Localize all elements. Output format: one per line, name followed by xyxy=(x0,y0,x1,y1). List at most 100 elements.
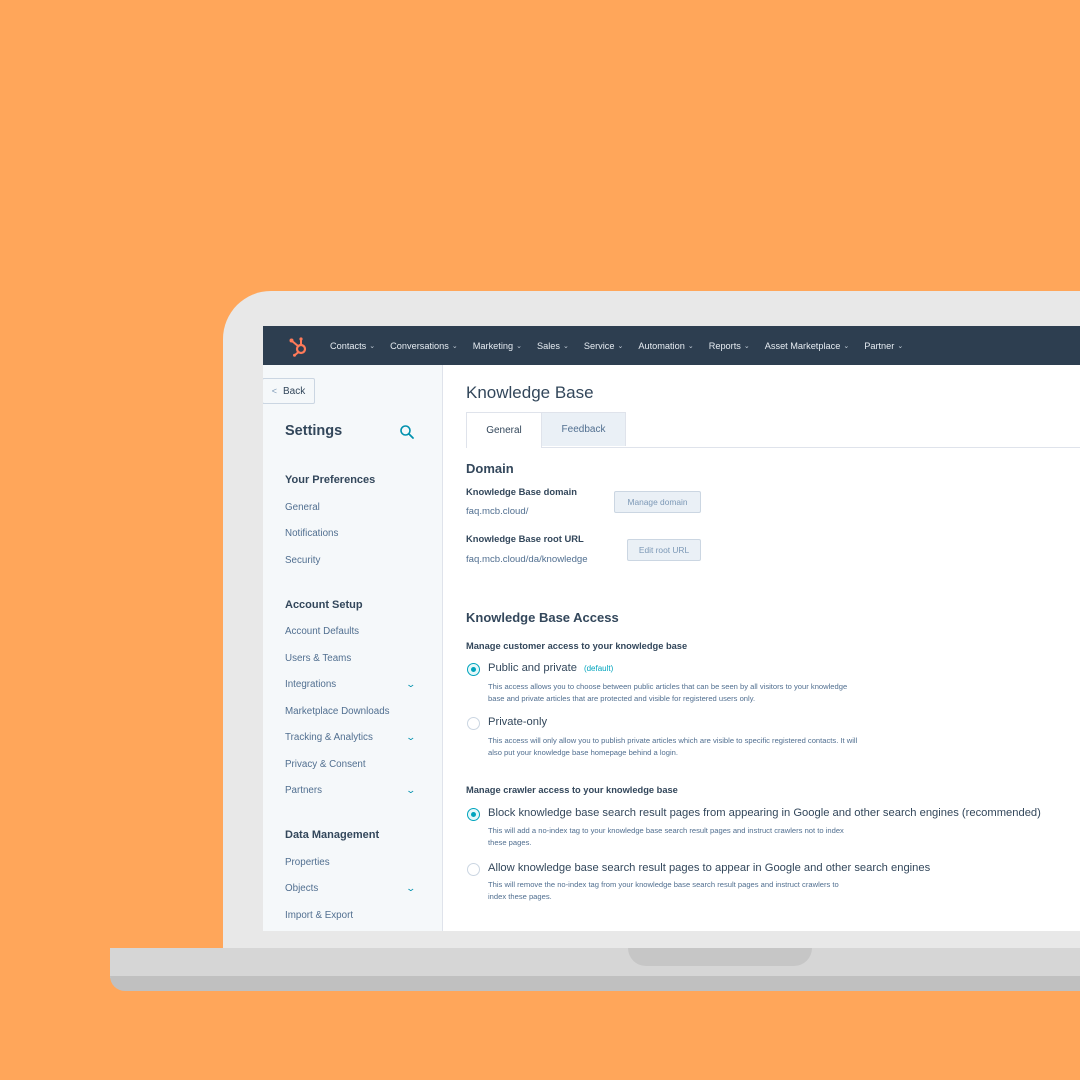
nav-automation[interactable]: Automation ⌄ xyxy=(638,341,693,351)
chevron-down-icon: ⌄ xyxy=(451,342,458,350)
option-label: Private-only xyxy=(488,716,548,728)
nav-label: Service xyxy=(583,340,615,351)
tab-general[interactable]: General xyxy=(466,412,542,448)
page-title: Knowledge Base xyxy=(466,383,594,402)
nav-reports[interactable]: Reports ⌄ xyxy=(709,341,750,351)
back-label: Back xyxy=(283,385,306,397)
radio-block-search-pages[interactable] xyxy=(467,808,480,821)
tab-bar: General Feedback xyxy=(466,412,1080,448)
edit-root-url-button[interactable]: Edit root URL xyxy=(627,539,701,561)
nav-service[interactable]: Service ⌄ xyxy=(584,341,624,351)
nav-label: Marketing xyxy=(472,340,514,351)
desc-line: This access will only allow you to publi… xyxy=(488,736,858,745)
chevron-down-icon: ⌄ xyxy=(843,342,850,350)
chevron-down-icon: ⌄ xyxy=(687,342,694,350)
sidebar-item-label: Tracking & Analytics xyxy=(285,732,373,743)
desc-line: This access allows you to choose between… xyxy=(488,682,848,691)
sidebar-item-import-export[interactable]: Import & Export xyxy=(285,910,415,921)
allow-search-label: Allow knowledge base search result pages… xyxy=(488,862,931,874)
sidebar-item-label: Objects xyxy=(285,883,319,894)
desc-line: base and private articles that are prote… xyxy=(488,694,756,703)
sidebar-item-account-defaults[interactable]: Account Defaults xyxy=(285,626,415,637)
chevron-down-icon: ⌄ xyxy=(516,342,522,350)
sidebar-item-label: Properties xyxy=(285,857,330,868)
chevron-down-icon: ⌄ xyxy=(743,342,750,350)
block-search-description: This will add a no-index tag to your kno… xyxy=(488,825,844,849)
chevron-down-icon: ⌄ xyxy=(617,342,624,350)
back-button[interactable]: < Back xyxy=(263,378,315,404)
public-private-description: This access allows you to choose between… xyxy=(488,681,847,705)
manage-domain-button[interactable]: Manage domain xyxy=(614,491,701,513)
nav-label: Asset Marketplace xyxy=(764,340,841,351)
default-tag: (default) xyxy=(583,664,614,673)
app-screen: Contacts ⌄ Conversations ⌄ Marketing ⌄ Sale… xyxy=(263,326,1080,931)
nav-label: Automation xyxy=(638,340,685,351)
sidebar-item-general[interactable]: General xyxy=(285,502,415,513)
sidebar-item-security[interactable]: Security xyxy=(285,555,415,566)
chevron-down-icon: ⌄ xyxy=(369,342,376,350)
customer-access-subhead: Manage customer access to your knowledge… xyxy=(466,641,688,651)
sidebar-item-label: Marketplace Downloads xyxy=(285,706,390,717)
search-icon[interactable] xyxy=(399,424,415,440)
laptop-base-edge xyxy=(110,976,1080,991)
desc-line: index these pages. xyxy=(488,892,552,901)
allow-search-description: This will remove the no-index tag from y… xyxy=(488,879,839,903)
crawler-access-subhead: Manage crawler access to your knowledge … xyxy=(466,785,678,795)
desc-line: also put your knowledge base homepage be… xyxy=(488,748,678,757)
sidebar-group-data-management: Data Management xyxy=(285,829,380,841)
chevron-down-icon[interactable]: ⌄ xyxy=(406,883,417,894)
sidebar-item-label: Partners xyxy=(285,785,323,796)
sidebar-item-notifications[interactable]: Notifications xyxy=(285,528,415,539)
private-only-label: Private-only xyxy=(488,716,547,728)
tab-feedback[interactable]: Feedback xyxy=(541,412,626,446)
radio-private-only[interactable] xyxy=(467,717,480,730)
desc-line: This will remove the no-index tag from y… xyxy=(488,880,839,889)
sidebar-item-label: Privacy & Consent xyxy=(285,759,366,770)
chevron-down-icon[interactable]: ⌄ xyxy=(406,679,417,690)
nav-marketing[interactable]: Marketing ⌄ xyxy=(473,341,522,351)
sidebar-item-users-teams[interactable]: Users & Teams xyxy=(285,653,415,664)
root-url-label: Knowledge Base root URL xyxy=(466,533,584,544)
main-content: Knowledge Base General Feedback Domain K… xyxy=(443,365,1080,931)
nav-label: Contacts xyxy=(330,340,367,351)
nav-label: Partner xyxy=(864,340,895,351)
hubspot-sprocket-icon[interactable] xyxy=(287,334,311,358)
block-search-label: Block knowledge base search result pages… xyxy=(488,807,1041,819)
domain-heading: Domain xyxy=(466,461,514,476)
option-label: Public and private xyxy=(488,662,577,674)
top-navigation: Contacts ⌄ Conversations ⌄ Marketing ⌄ Sale… xyxy=(263,326,1080,365)
nav-partner[interactable]: Partner ⌄ xyxy=(864,341,903,351)
chevron-down-icon: ⌄ xyxy=(897,342,904,350)
chevron-left-icon: < xyxy=(271,386,278,396)
sidebar-group-account-setup: Account Setup xyxy=(285,599,363,611)
chevron-down-icon[interactable]: ⌄ xyxy=(406,732,417,743)
nav-asset-marketplace[interactable]: Asset Marketplace ⌄ xyxy=(765,341,849,351)
radio-allow-search-pages[interactable] xyxy=(467,863,480,876)
chevron-down-icon: ⌄ xyxy=(562,342,569,350)
nav-contacts[interactable]: Contacts ⌄ xyxy=(330,341,375,351)
sidebar-item-partners[interactable]: Partners ⌄ xyxy=(285,785,417,796)
nav-sales[interactable]: Sales ⌄ xyxy=(537,341,569,351)
sidebar-item-properties[interactable]: Properties xyxy=(285,857,415,868)
sidebar-item-label: Integrations xyxy=(285,679,337,690)
sidebar-item-privacy-consent[interactable]: Privacy & Consent xyxy=(285,759,415,770)
desc-line: these pages. xyxy=(488,838,532,847)
sidebar-item-label: Import & Export xyxy=(285,910,354,921)
nav-label: Conversations xyxy=(390,340,449,351)
settings-sidebar: < Back Settings Your Preferences General… xyxy=(263,365,443,931)
sidebar-item-tracking-analytics[interactable]: Tracking & Analytics ⌄ xyxy=(285,732,417,743)
sidebar-item-objects[interactable]: Objects ⌄ xyxy=(285,883,417,894)
nav-conversations[interactable]: Conversations ⌄ xyxy=(390,341,458,351)
sidebar-item-label: General xyxy=(285,502,320,513)
radio-public-and-private[interactable] xyxy=(467,663,480,676)
sidebar-item-label: Security xyxy=(285,555,321,566)
nav-label: Reports xyxy=(708,340,741,351)
sidebar-item-integrations[interactable]: Integrations ⌄ xyxy=(285,679,417,690)
kb-domain-value: faq.mcb.cloud/ xyxy=(466,506,529,517)
access-heading: Knowledge Base Access xyxy=(466,610,619,625)
laptop-base xyxy=(110,948,1080,978)
desc-line: This will add a no-index tag to your kno… xyxy=(488,826,844,835)
sidebar-item-marketplace-downloads[interactable]: Marketplace Downloads xyxy=(285,706,415,717)
chevron-down-icon[interactable]: ⌄ xyxy=(406,785,417,796)
root-url-value: faq.mcb.cloud/da/knowledge xyxy=(466,554,588,565)
